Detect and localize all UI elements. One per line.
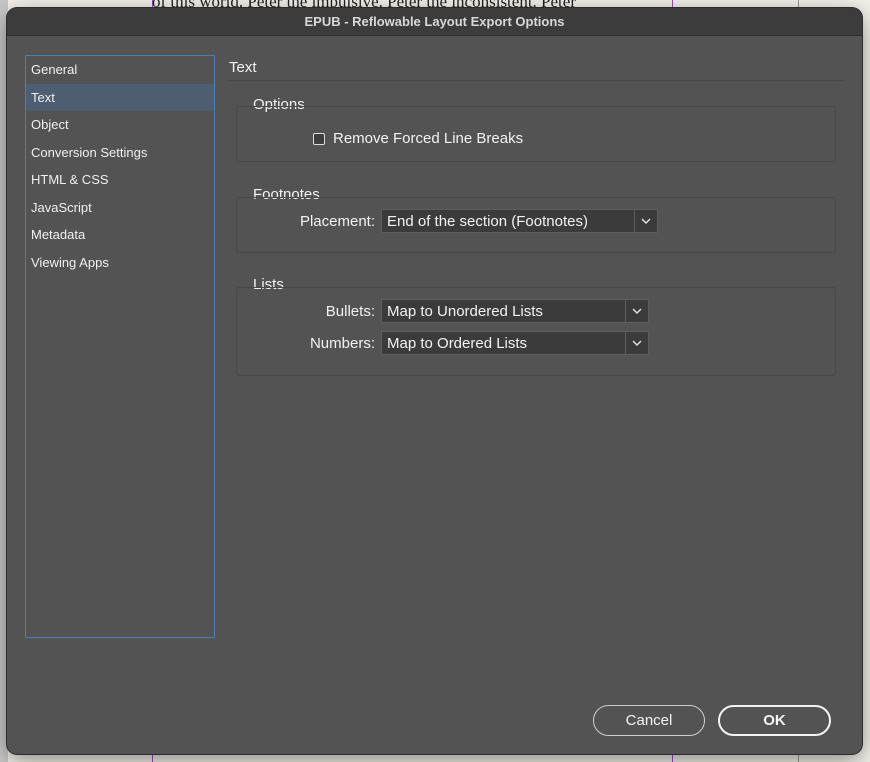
- numbers-dropdown[interactable]: Map to Ordered Lists: [381, 331, 649, 355]
- placement-dropdown[interactable]: End of the section (Footnotes): [381, 209, 658, 233]
- nav-item-html-css[interactable]: HTML & CSS: [26, 166, 214, 194]
- nav-item-conversion-settings[interactable]: Conversion Settings: [26, 139, 214, 167]
- dialog-title: EPUB - Reflowable Layout Export Options: [304, 14, 565, 29]
- placement-value: End of the section (Footnotes): [387, 212, 588, 230]
- bullets-label: Bullets:: [325, 302, 375, 320]
- remove-forced-line-breaks-label[interactable]: Remove Forced Line Breaks: [333, 130, 523, 147]
- settings-panel: Text Options Remove Forced Line Breaks F…: [229, 56, 843, 376]
- numbers-row: Numbers: Map to Ordered Lists: [289, 331, 649, 355]
- nav-item-text[interactable]: Text: [26, 83, 214, 111]
- export-options-dialog: EPUB - Reflowable Layout Export Options …: [7, 8, 862, 754]
- nav-item-javascript[interactable]: JavaScript: [26, 194, 214, 222]
- nav-item-metadata[interactable]: Metadata: [26, 221, 214, 249]
- category-list: General Text Object Conversion Settings …: [25, 55, 215, 638]
- placement-label: Placement:: [299, 212, 375, 230]
- numbers-label: Numbers:: [309, 334, 375, 352]
- panel-title: Text: [229, 59, 257, 76]
- numbers-value: Map to Ordered Lists: [387, 334, 528, 352]
- cancel-button[interactable]: Cancel: [593, 705, 705, 736]
- bullets-dropdown[interactable]: Map to Unordered Lists: [381, 299, 649, 323]
- chevron-down-icon[interactable]: [634, 210, 657, 232]
- bullets-row: Bullets: Map to Unordered Lists: [289, 299, 649, 323]
- dialog-titlebar[interactable]: EPUB - Reflowable Layout Export Options: [7, 8, 862, 36]
- ok-button[interactable]: OK: [718, 705, 831, 736]
- nav-item-general[interactable]: General: [26, 56, 214, 84]
- bullets-value: Map to Unordered Lists: [387, 302, 543, 320]
- remove-forced-line-breaks-row[interactable]: Remove Forced Line Breaks: [313, 130, 523, 147]
- remove-forced-line-breaks-checkbox[interactable]: [313, 132, 325, 145]
- chevron-down-icon[interactable]: [625, 300, 648, 322]
- nav-item-object[interactable]: Object: [26, 111, 214, 139]
- panel-divider: [229, 80, 843, 81]
- nav-item-viewing-apps[interactable]: Viewing Apps: [26, 249, 214, 277]
- placement-row: Placement: End of the section (Footnotes…: [289, 209, 658, 233]
- chevron-down-icon[interactable]: [625, 332, 648, 354]
